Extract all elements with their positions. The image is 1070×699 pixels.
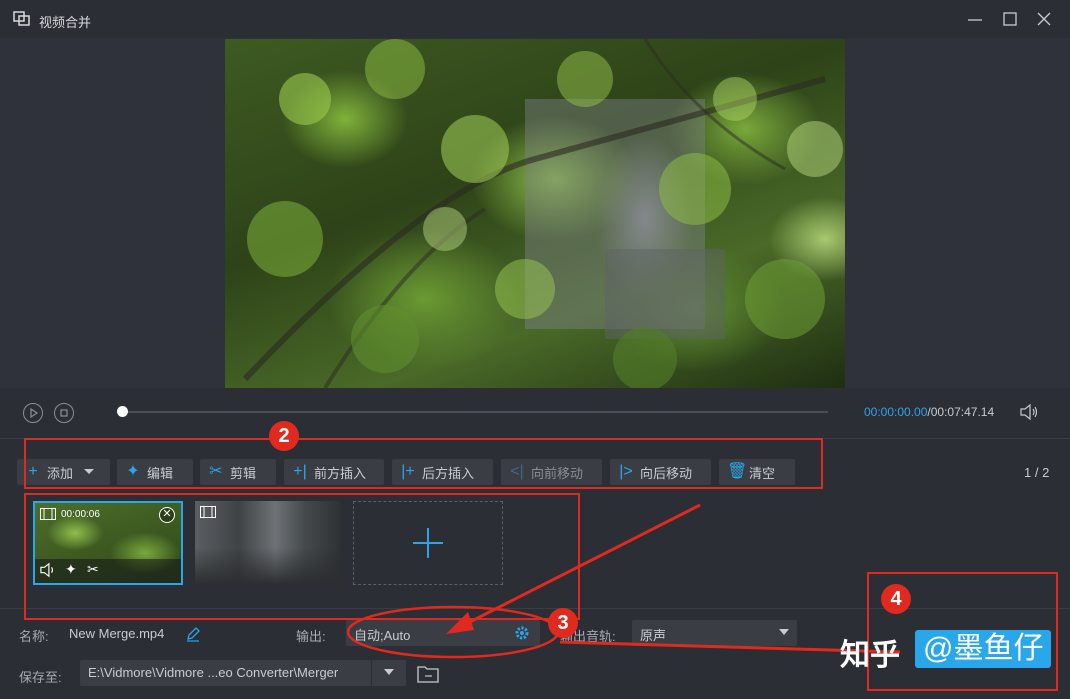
stop-icon (60, 409, 68, 417)
time-display: 00:00:00.00/00:07:47.14 (864, 405, 995, 419)
page-indicator: 1 / 2 (1024, 465, 1050, 480)
file-name: New Merge.mp4 (69, 626, 165, 641)
annotation-badge-2: 2 (269, 421, 299, 451)
save-path-select[interactable]: E:\Vidmore\Vidmore ...eo Converter\Merge… (80, 660, 406, 686)
watermark-author: @墨鱼仔 (915, 630, 1052, 668)
output-format-select[interactable]: 自动;Auto (346, 620, 540, 646)
merge-icon (13, 11, 30, 26)
audio-track-select[interactable]: 原声 (632, 620, 797, 646)
volume-icon[interactable] (1019, 403, 1039, 421)
video-merge-window: 视频合并 00:00:00.00/00:07:47.14 + 添加 ✦ 编辑 ✂… (0, 0, 1070, 699)
play-icon (30, 407, 39, 419)
progress-track[interactable] (122, 411, 828, 413)
save-to-label: 保存至: (19, 670, 62, 685)
annotation-box-toolbar (24, 438, 823, 489)
video-preview (225, 39, 845, 388)
annotation-badge-3: 3 (548, 608, 578, 638)
annotation-badge-4: 4 (881, 584, 911, 614)
annotation-box-clips (24, 493, 580, 620)
name-label: 名称: (19, 629, 49, 644)
watermark-site: 知乎 (840, 639, 900, 672)
total-time: 00:07:47.14 (930, 405, 995, 419)
play-button[interactable] (23, 403, 43, 423)
save-path-dropdown[interactable] (371, 660, 406, 686)
output-label: 输出: (296, 629, 326, 644)
chevron-down-icon (779, 629, 789, 635)
gear-icon[interactable] (514, 625, 530, 641)
current-time: 00:00:00.00 (864, 405, 928, 419)
stop-button[interactable] (54, 403, 74, 423)
progress-handle[interactable] (117, 406, 128, 417)
folder-icon[interactable] (416, 664, 440, 684)
chevron-down-icon (384, 669, 394, 675)
maximize-icon[interactable] (1000, 9, 1020, 29)
minimize-icon[interactable] (965, 9, 985, 29)
window-title: 视频合并 (39, 15, 92, 30)
close-icon[interactable] (1034, 9, 1054, 29)
playback-controls: 00:00:00.00/00:07:47.14 (0, 388, 1070, 438)
tree-foliage-image (242, 39, 843, 388)
pencil-icon[interactable] (185, 626, 201, 642)
title-bar: 视频合并 (0, 0, 1070, 38)
